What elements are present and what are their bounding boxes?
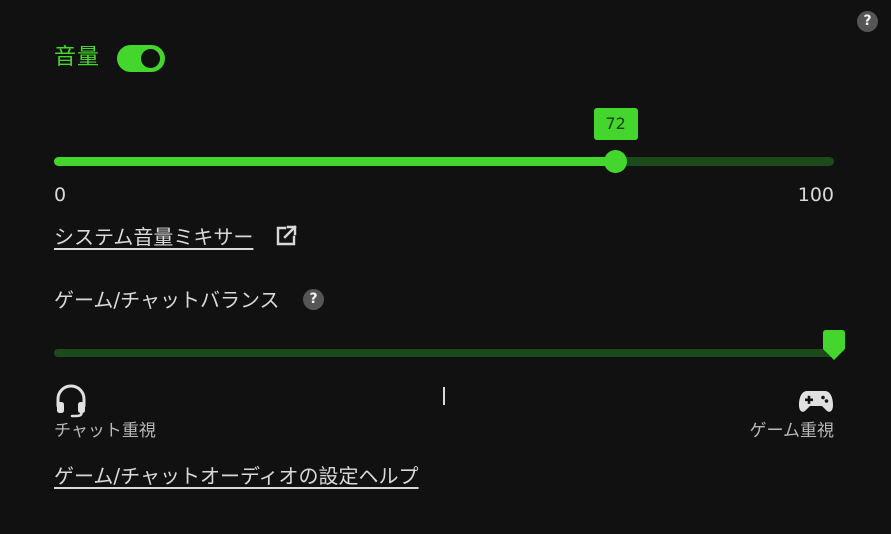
gamepad-icon: [799, 391, 833, 412]
volume-value-tooltip: 72: [593, 108, 638, 140]
chat-priority-label: チャット重視: [54, 421, 156, 441]
volume-slider-fill: [54, 157, 616, 166]
audio-settings-panel: ? 音量 72 0 100 システム音量ミキサー ゲーム/チャットバランス ?: [0, 0, 891, 534]
game-chat-balance-slider[interactable]: [54, 330, 845, 360]
system-volume-mixer-link[interactable]: システム音量ミキサー: [54, 223, 253, 251]
headset-icon: [56, 384, 86, 418]
help-icon[interactable]: ?: [857, 11, 878, 32]
game-chat-audio-help-link[interactable]: ゲーム/チャットオーディオの設定ヘルプ: [54, 462, 419, 490]
volume-slider-thumb[interactable]: [603, 150, 627, 173]
volume-slider[interactable]: 72: [54, 108, 834, 173]
volume-title: 音量: [54, 45, 101, 70]
toggle-knob: [141, 49, 160, 68]
volume-toggle[interactable]: [117, 45, 165, 72]
game-priority-label: ゲーム重視: [749, 421, 835, 441]
external-link-icon[interactable]: [274, 224, 298, 248]
game-chat-balance-label: ゲーム/チャットバランス: [54, 288, 280, 312]
balance-help-icon[interactable]: ?: [303, 289, 324, 310]
balance-center-tick: [443, 387, 445, 405]
volume-max-label: 100: [797, 184, 834, 206]
balance-slider-thumb[interactable]: [823, 330, 845, 360]
volume-min-label: 0: [54, 184, 67, 206]
